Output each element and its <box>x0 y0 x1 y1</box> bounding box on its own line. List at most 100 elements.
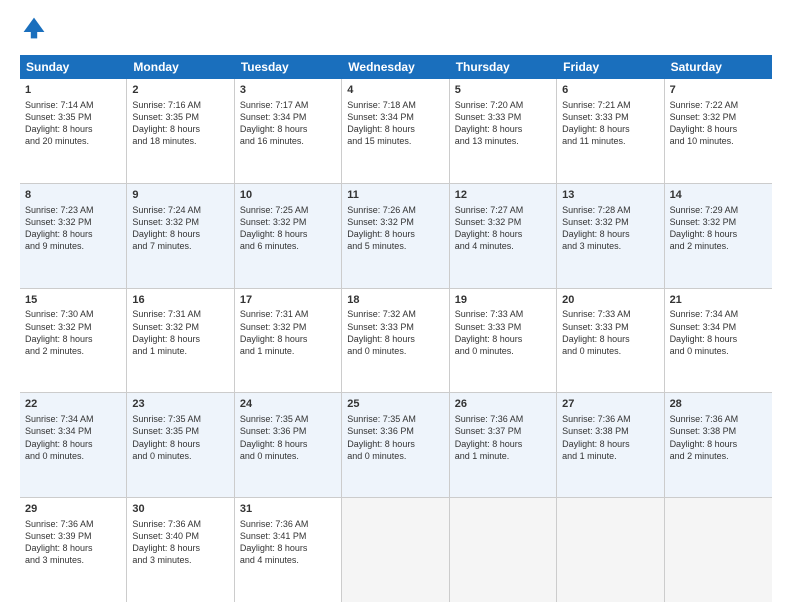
info-line: and 0 minutes. <box>670 345 767 357</box>
info-line: Daylight: 8 hours <box>240 228 336 240</box>
info-line: Sunrise: 7:24 AM <box>132 204 228 216</box>
info-line: Daylight: 8 hours <box>132 333 228 345</box>
info-line: and 10 minutes. <box>670 135 767 147</box>
info-line: Daylight: 8 hours <box>455 333 551 345</box>
info-line: Daylight: 8 hours <box>132 542 228 554</box>
info-line: Sunset: 3:34 PM <box>240 111 336 123</box>
day-number: 30 <box>132 502 228 517</box>
calendar-row-5: 29Sunrise: 7:36 AMSunset: 3:39 PMDayligh… <box>20 498 772 602</box>
day-cell-10: 10Sunrise: 7:25 AMSunset: 3:32 PMDayligh… <box>235 184 342 288</box>
day-number: 25 <box>347 397 443 412</box>
info-line: Sunrise: 7:14 AM <box>25 99 121 111</box>
weekday-header-tuesday: Tuesday <box>235 55 342 79</box>
weekday-header-friday: Friday <box>557 55 664 79</box>
info-line: Sunset: 3:34 PM <box>347 111 443 123</box>
info-line: Sunset: 3:38 PM <box>562 425 658 437</box>
info-line: Daylight: 8 hours <box>562 228 658 240</box>
info-line: Sunrise: 7:34 AM <box>25 413 121 425</box>
empty-cell <box>342 498 449 602</box>
info-line: Daylight: 8 hours <box>670 228 767 240</box>
day-number: 12 <box>455 188 551 203</box>
info-line: Sunrise: 7:25 AM <box>240 204 336 216</box>
day-cell-1: 1Sunrise: 7:14 AMSunset: 3:35 PMDaylight… <box>20 79 127 183</box>
day-number: 27 <box>562 397 658 412</box>
info-line: Sunrise: 7:35 AM <box>132 413 228 425</box>
info-line: Sunrise: 7:35 AM <box>347 413 443 425</box>
info-line: and 4 minutes. <box>455 240 551 252</box>
info-line: Sunrise: 7:22 AM <box>670 99 767 111</box>
empty-cell <box>665 498 772 602</box>
day-cell-30: 30Sunrise: 7:36 AMSunset: 3:40 PMDayligh… <box>127 498 234 602</box>
info-line: and 0 minutes. <box>25 450 121 462</box>
day-cell-7: 7Sunrise: 7:22 AMSunset: 3:32 PMDaylight… <box>665 79 772 183</box>
info-line: Daylight: 8 hours <box>670 438 767 450</box>
day-number: 18 <box>347 293 443 308</box>
info-line: Sunset: 3:36 PM <box>240 425 336 437</box>
info-line: Sunrise: 7:36 AM <box>132 518 228 530</box>
day-number: 31 <box>240 502 336 517</box>
day-number: 22 <box>25 397 121 412</box>
info-line: Sunrise: 7:21 AM <box>562 99 658 111</box>
info-line: Sunrise: 7:36 AM <box>240 518 336 530</box>
info-line: Sunset: 3:32 PM <box>347 216 443 228</box>
day-number: 13 <box>562 188 658 203</box>
weekday-header-saturday: Saturday <box>665 55 772 79</box>
info-line: Daylight: 8 hours <box>562 333 658 345</box>
day-cell-17: 17Sunrise: 7:31 AMSunset: 3:32 PMDayligh… <box>235 289 342 393</box>
day-number: 28 <box>670 397 767 412</box>
info-line: Sunset: 3:35 PM <box>132 425 228 437</box>
day-number: 21 <box>670 293 767 308</box>
day-number: 7 <box>670 83 767 98</box>
info-line: Sunrise: 7:30 AM <box>25 308 121 320</box>
empty-cell <box>450 498 557 602</box>
info-line: Sunrise: 7:36 AM <box>25 518 121 530</box>
day-number: 24 <box>240 397 336 412</box>
info-line: Sunset: 3:32 PM <box>240 216 336 228</box>
info-line: Daylight: 8 hours <box>132 438 228 450</box>
info-line: Sunset: 3:37 PM <box>455 425 551 437</box>
info-line: Sunset: 3:34 PM <box>670 321 767 333</box>
day-cell-20: 20Sunrise: 7:33 AMSunset: 3:33 PMDayligh… <box>557 289 664 393</box>
day-number: 8 <box>25 188 121 203</box>
info-line: and 13 minutes. <box>455 135 551 147</box>
day-cell-27: 27Sunrise: 7:36 AMSunset: 3:38 PMDayligh… <box>557 393 664 497</box>
calendar-row-3: 15Sunrise: 7:30 AMSunset: 3:32 PMDayligh… <box>20 289 772 394</box>
info-line: and 0 minutes. <box>562 345 658 357</box>
day-cell-21: 21Sunrise: 7:34 AMSunset: 3:34 PMDayligh… <box>665 289 772 393</box>
day-number: 16 <box>132 293 228 308</box>
info-line: Daylight: 8 hours <box>670 123 767 135</box>
info-line: Sunrise: 7:33 AM <box>562 308 658 320</box>
info-line: Sunset: 3:35 PM <box>132 111 228 123</box>
calendar-body: 1Sunrise: 7:14 AMSunset: 3:35 PMDaylight… <box>20 79 772 602</box>
info-line: Sunset: 3:32 PM <box>670 216 767 228</box>
info-line: and 11 minutes. <box>562 135 658 147</box>
day-number: 14 <box>670 188 767 203</box>
info-line: Sunrise: 7:34 AM <box>670 308 767 320</box>
info-line: Daylight: 8 hours <box>347 333 443 345</box>
day-cell-18: 18Sunrise: 7:32 AMSunset: 3:33 PMDayligh… <box>342 289 449 393</box>
info-line: Sunrise: 7:26 AM <box>347 204 443 216</box>
info-line: Daylight: 8 hours <box>347 438 443 450</box>
info-line: and 0 minutes. <box>347 345 443 357</box>
info-line: Sunrise: 7:32 AM <box>347 308 443 320</box>
day-cell-16: 16Sunrise: 7:31 AMSunset: 3:32 PMDayligh… <box>127 289 234 393</box>
info-line: Daylight: 8 hours <box>132 228 228 240</box>
info-line: Sunset: 3:32 PM <box>132 321 228 333</box>
day-cell-23: 23Sunrise: 7:35 AMSunset: 3:35 PMDayligh… <box>127 393 234 497</box>
info-line: and 0 minutes. <box>347 450 443 462</box>
header <box>20 16 772 45</box>
info-line: Sunset: 3:33 PM <box>562 111 658 123</box>
day-number: 2 <box>132 83 228 98</box>
info-line: Sunset: 3:32 PM <box>562 216 658 228</box>
info-line: and 5 minutes. <box>347 240 443 252</box>
day-number: 15 <box>25 293 121 308</box>
info-line: Sunrise: 7:31 AM <box>132 308 228 320</box>
day-cell-26: 26Sunrise: 7:36 AMSunset: 3:37 PMDayligh… <box>450 393 557 497</box>
day-cell-13: 13Sunrise: 7:28 AMSunset: 3:32 PMDayligh… <box>557 184 664 288</box>
info-line: Sunrise: 7:16 AM <box>132 99 228 111</box>
info-line: Daylight: 8 hours <box>240 438 336 450</box>
day-number: 3 <box>240 83 336 98</box>
calendar-header: SundayMondayTuesdayWednesdayThursdayFrid… <box>20 55 772 79</box>
info-line: Sunrise: 7:20 AM <box>455 99 551 111</box>
day-number: 19 <box>455 293 551 308</box>
